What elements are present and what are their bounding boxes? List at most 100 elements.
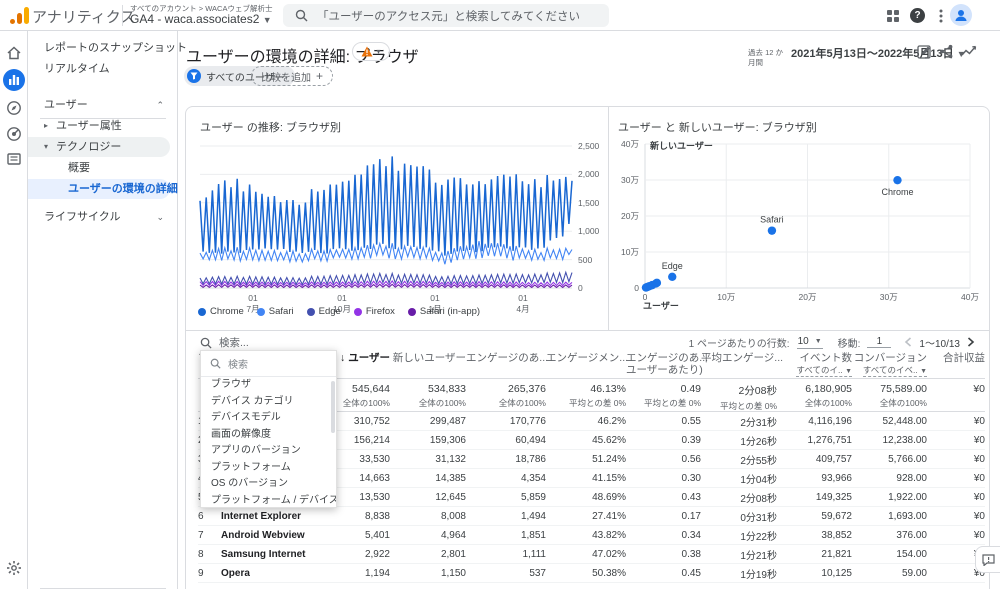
divider	[608, 107, 609, 330]
totals-cell: ¥0	[927, 380, 985, 412]
scrollbar-thumb[interactable]	[331, 381, 335, 433]
dropdown-item[interactable]: アプリのバージョン	[201, 443, 336, 460]
column-header[interactable]: エンゲージメン...	[546, 352, 626, 378]
dropdown-search-input[interactable]: 検索	[201, 351, 336, 377]
totals-cell: 2分08秒平均との差 0%	[701, 380, 777, 412]
svg-text:40万: 40万	[621, 139, 639, 149]
add-comparison-chip[interactable]: 比較を追加+	[251, 66, 333, 86]
table-cell: ¥0	[927, 416, 985, 427]
feedback-button[interactable]	[975, 546, 1000, 573]
column-header[interactable]: ↓ ユーザー	[340, 352, 390, 378]
tick-day: 01	[516, 293, 529, 304]
table-cell: 52,448.00	[852, 416, 927, 427]
metric-filter-link[interactable]: すべてのイベ.. ▼	[863, 366, 927, 377]
dropdown-item[interactable]: デバイス カテゴリ	[201, 394, 336, 411]
table-pagination: 1 ページあたりの行数: 10▼ 移動: 1 1～10/13	[689, 333, 975, 351]
table-cell: 2分55秒	[701, 452, 777, 467]
table-cell: 14,385	[390, 473, 466, 484]
table-cell: 8,838	[340, 511, 390, 522]
share-icon[interactable]	[939, 44, 955, 60]
sidebar-section-user[interactable]: ユーザー⌃	[28, 95, 178, 115]
sidebar-section-lifecycle[interactable]: ライフサイクル⌄	[28, 207, 178, 227]
property-selector[interactable]: GA4 - waca.associates2 ▼	[130, 12, 272, 26]
apps-grid-icon[interactable]	[884, 7, 902, 25]
table-cell: 170,776	[466, 416, 546, 427]
column-header[interactable]: 平均エンゲージ...	[701, 352, 777, 378]
y-tick-label: 2,000	[578, 169, 599, 179]
table-cell: 0.38	[626, 549, 701, 560]
totals-sub: 全体の100%	[340, 397, 390, 409]
sidebar-item-technology[interactable]: ▾テクノロジー	[28, 137, 170, 157]
prev-page-icon[interactable]	[904, 337, 912, 347]
avatar[interactable]	[950, 4, 972, 26]
table-cell: 1,494	[466, 511, 546, 522]
table-cell: 376.00	[852, 530, 927, 541]
arrow-right-icon: ▸	[44, 116, 48, 136]
dropdown-item[interactable]: プラットフォーム	[201, 460, 336, 477]
column-header[interactable]: イベント数すべてのイ.. ▼	[777, 352, 852, 378]
table-cell: 93,966	[777, 473, 852, 484]
table-cell: 1,194	[340, 568, 390, 579]
dropdown-item[interactable]: ブラウザ	[201, 377, 336, 394]
global-search-input[interactable]: 「ユーザーのアクセス元」と検索してみてください	[283, 4, 609, 27]
edit-comparison-icon[interactable]	[917, 44, 933, 60]
advertising-icon[interactable]	[5, 125, 23, 143]
column-header[interactable]: エンゲージのあ...	[466, 352, 546, 378]
sidebar-item-tech-detail[interactable]: ユーザーの環境の詳細	[28, 179, 170, 199]
sidebar-item-user-attributes[interactable]: ▸ユーザー属性	[28, 116, 178, 136]
y-tick-label: 2,500	[578, 141, 599, 151]
home-icon[interactable]	[5, 44, 23, 62]
more-vert-icon[interactable]	[932, 7, 950, 25]
table-cell: 2,801	[390, 549, 466, 560]
reports-icon[interactable]	[3, 69, 25, 91]
divider	[122, 5, 123, 26]
table-cell: 5,859	[466, 492, 546, 503]
table-cell: 59,672	[777, 511, 852, 522]
column-header[interactable]: コンバージョンすべてのイベ.. ▼	[852, 352, 927, 378]
explore-icon[interactable]	[5, 99, 23, 117]
next-page-icon[interactable]	[967, 337, 975, 347]
totals-value: 545,644	[340, 383, 390, 395]
chevron-up-icon: ⌃	[156, 95, 164, 115]
svg-text:Chrome: Chrome	[881, 187, 913, 197]
svg-text:Edge: Edge	[662, 261, 683, 271]
table-cell: 10,125	[777, 568, 852, 579]
dropdown-item[interactable]: デバイスモデル	[201, 410, 336, 427]
column-header[interactable]: 合計収益	[927, 352, 985, 378]
dropdown-item[interactable]: OS のバージョン	[201, 476, 336, 493]
table-search-input[interactable]: 検索...	[200, 335, 249, 350]
svg-text:40万: 40万	[961, 292, 979, 302]
settings-gear-icon[interactable]	[5, 559, 23, 577]
library-icon[interactable]	[5, 150, 23, 168]
chevron-down-icon: ▾	[376, 47, 380, 56]
totals-sub: 全体の100%	[852, 397, 927, 409]
sidebar-item-overview[interactable]: 概要	[28, 158, 178, 178]
table-cell: 12,645	[390, 492, 466, 503]
sidebar-item-realtime[interactable]: リアルタイム	[28, 59, 178, 79]
data-warning-pill[interactable]: ▾	[352, 42, 390, 61]
svg-text:10万: 10万	[621, 247, 639, 257]
dropdown-item[interactable]: プラットフォーム / デバイス カテゴリ	[201, 493, 336, 509]
legend-dot	[257, 308, 265, 316]
totals-value: 46.13%	[546, 383, 626, 395]
table-cell: 159,306	[390, 435, 466, 446]
help-icon[interactable]: ?	[910, 8, 925, 23]
rows-per-page-select[interactable]: 10▼	[797, 336, 823, 349]
table-cell: 12,238.00	[852, 435, 927, 446]
search-icon	[200, 337, 212, 349]
svg-text:30万: 30万	[621, 175, 639, 185]
table-cell: 18,786	[466, 454, 546, 465]
sidebar-item-snapshot[interactable]: レポートのスナップショット	[28, 38, 178, 58]
totals-value: 2分08秒	[701, 383, 777, 398]
legend-label: Firefox	[366, 306, 395, 317]
metric-filter-link[interactable]: すべてのイ.. ▼	[796, 366, 852, 377]
dropdown-item[interactable]: 画面の解像度	[201, 427, 336, 444]
goto-page-input[interactable]: 1	[867, 336, 891, 348]
column-header[interactable]: エンゲージのあ...ユーザーあたり)	[626, 352, 701, 378]
legend-label: Edge	[319, 306, 341, 317]
tick-day: 01	[333, 293, 351, 304]
column-header[interactable]: 新しいユーザー	[390, 352, 466, 378]
insights-icon[interactable]	[961, 44, 977, 60]
legend-label: Safari (in-app)	[420, 306, 480, 317]
table-row: 7Android Webview5,4014,9641,85143.82%0.3…	[198, 526, 985, 545]
